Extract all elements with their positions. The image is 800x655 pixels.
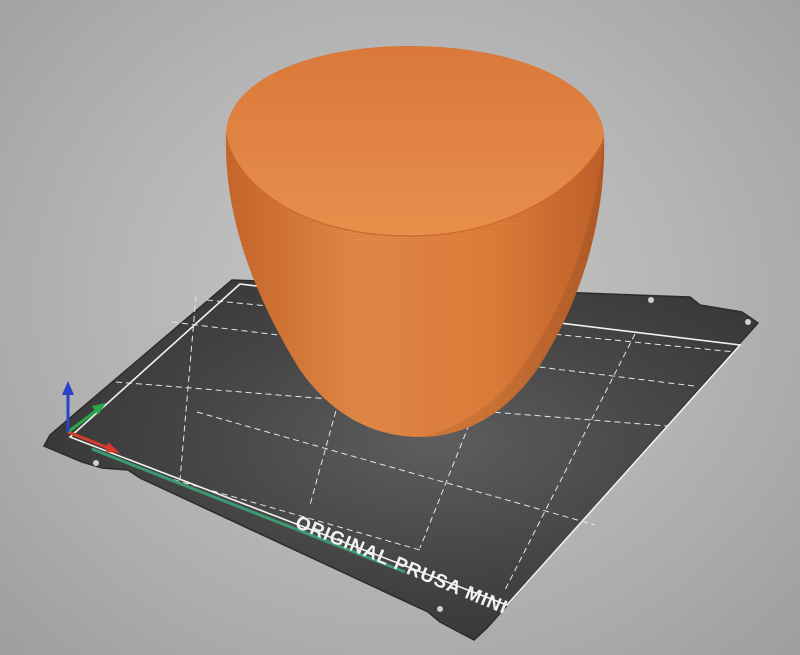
bed-hole-right [745, 319, 751, 325]
bed-hole-top [648, 297, 654, 303]
bed-hole-bottom [437, 606, 443, 612]
plater-scene[interactable]: ORIGINAL PRUSA MINI [0, 0, 800, 655]
3d-viewport[interactable]: ORIGINAL PRUSA MINI [0, 0, 800, 655]
z-axis-arrow [62, 381, 74, 395]
bed-hole-left [93, 460, 99, 466]
